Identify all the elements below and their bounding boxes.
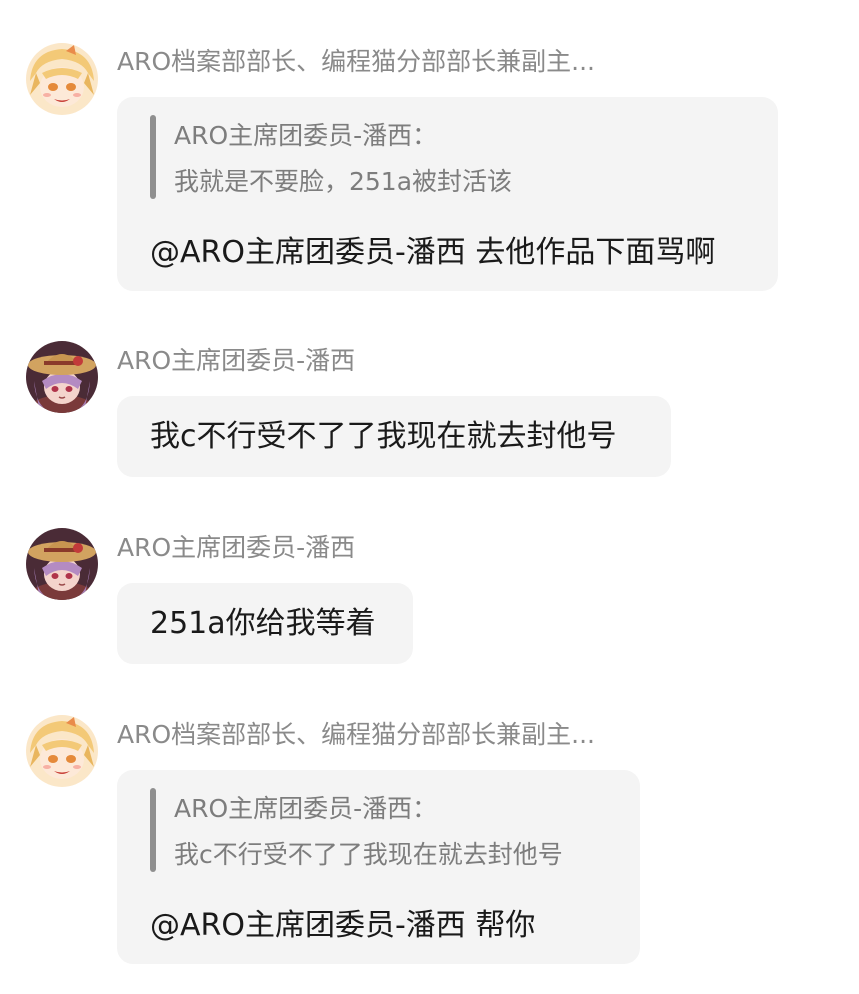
quote-bar bbox=[150, 788, 156, 872]
message-text: @ARO主席团委员-潘西 去他作品下面骂啊 bbox=[150, 235, 716, 270]
message-text: 251a你给我等着 bbox=[150, 606, 376, 641]
sender-name: ARO档案部部长、编程猫分部部长兼副主... bbox=[117, 47, 595, 76]
purple-hair-hat-anime-girl-avatar-icon[interactable] bbox=[26, 341, 98, 413]
message-bubble[interactable]: 251a你给我等着 bbox=[117, 583, 413, 664]
quote-text: 我就是不要脸，251a被封活该 bbox=[174, 167, 513, 196]
purple-hair-hat-anime-girl-avatar-icon[interactable] bbox=[26, 528, 98, 600]
quote-author: ARO主席团委员-潘西： bbox=[174, 794, 438, 823]
chat-message: ARO档案部部长、编程猫分部部长兼副主... ARO主席团委员-潘西： 我就是不… bbox=[0, 0, 859, 300]
sender-name: ARO档案部部长、编程猫分部部长兼副主... bbox=[117, 720, 595, 749]
sender-name: ARO主席团委员-潘西 bbox=[117, 533, 356, 562]
quote-bar bbox=[150, 115, 156, 199]
blonde-anime-girl-avatar-icon[interactable] bbox=[26, 715, 98, 787]
quote-author: ARO主席团委员-潘西： bbox=[174, 121, 438, 150]
message-bubble[interactable]: ARO主席团委员-潘西： 我c不行受不了了我现在就去封他号 @ARO主席团委员-… bbox=[117, 770, 640, 964]
message-bubble[interactable]: ARO主席团委员-潘西： 我就是不要脸，251a被封活该 @ARO主席团委员-潘… bbox=[117, 97, 778, 291]
message-bubble[interactable]: 我c不行受不了了我现在就去封他号 bbox=[117, 396, 671, 477]
quote-text: 我c不行受不了了我现在就去封他号 bbox=[174, 840, 563, 869]
message-text: @ARO主席团委员-潘西 帮你 bbox=[150, 908, 536, 943]
blonde-anime-girl-avatar-icon[interactable] bbox=[26, 43, 98, 115]
sender-name: ARO主席团委员-潘西 bbox=[117, 346, 356, 375]
message-text: 我c不行受不了了我现在就去封他号 bbox=[150, 419, 617, 454]
